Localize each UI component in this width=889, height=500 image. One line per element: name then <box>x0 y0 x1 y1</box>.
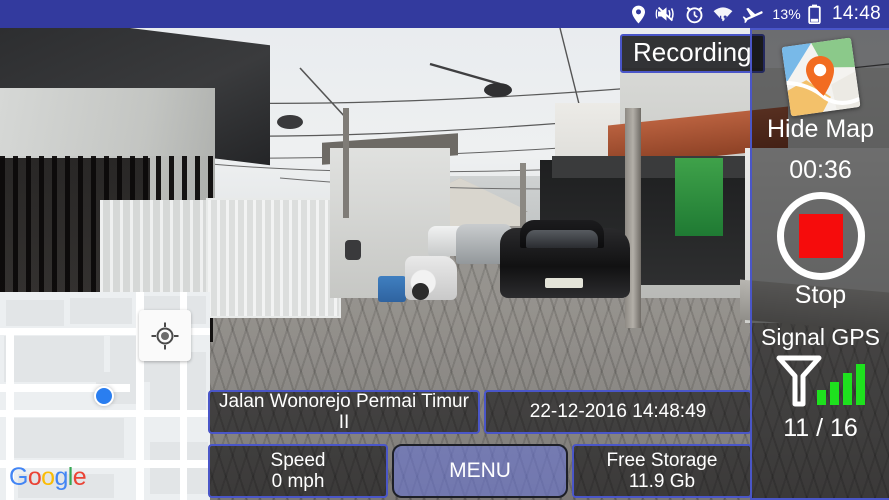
wifi-data-icon <box>713 5 733 23</box>
gps-antenna-bars-icon <box>773 354 869 413</box>
battery-percentage: 13% <box>772 6 801 22</box>
scene-license-plate <box>545 278 583 288</box>
free-storage-display: Free Storage 11.9 Gb <box>572 444 752 498</box>
my-location-icon <box>151 322 179 349</box>
vibrate-mute-icon <box>655 5 676 23</box>
google-logo: Google <box>9 463 87 492</box>
scene-white-fence <box>206 198 341 318</box>
scene-motorcycle-far <box>345 240 361 260</box>
battery-low-icon <box>808 4 821 24</box>
map-road <box>0 410 210 417</box>
datetime-display: 22-12-2016 14:48:49 <box>484 390 752 434</box>
status-clock: 14:48 <box>831 3 881 24</box>
scene-utility-pole-far-left <box>343 108 349 218</box>
airplane-mode-icon <box>742 5 763 24</box>
stop-button-label: Stop <box>794 281 847 309</box>
gps-signal-label: Signal GPS <box>761 323 880 350</box>
map-block <box>70 298 132 324</box>
my-location-button[interactable] <box>139 310 191 361</box>
google-logo-letter: g <box>54 463 68 491</box>
scene-right-awning <box>552 156 757 178</box>
google-logo-letter: o <box>27 463 42 491</box>
storage-value: 11.9 Gb <box>628 471 696 492</box>
stop-square-icon <box>798 214 843 258</box>
menu-button[interactable]: MENU <box>392 444 568 498</box>
current-position-dot-icon <box>94 386 114 406</box>
gps-satellite-count: 11 / 16 <box>783 413 858 442</box>
scene-blue-bin <box>378 276 406 302</box>
map-block <box>14 418 124 458</box>
storage-label: Free Storage <box>606 449 718 471</box>
gps-antenna-bars-glyph <box>776 355 865 407</box>
google-maps-icon[interactable] <box>780 37 861 117</box>
scene-black-car-windshield <box>526 230 598 248</box>
speed-display: Speed 0 mph <box>208 444 388 498</box>
map-block <box>150 352 206 416</box>
street-name-text: Jalan Wonorejo Permai Timur II <box>219 390 469 433</box>
recording-status-badge: Recording <box>620 34 765 74</box>
map-block <box>150 442 208 494</box>
control-panel: Hide Map 00:36 Stop Signal GPS 11 / 16 <box>750 28 889 500</box>
map-block <box>6 300 64 326</box>
scene-white-fence-far <box>100 200 210 295</box>
speed-label: Speed <box>270 449 326 471</box>
map-block <box>4 336 104 382</box>
scene-green-panel <box>675 158 723 236</box>
scene-scooter-wheel <box>412 283 429 300</box>
menu-button-label: MENU <box>449 459 511 482</box>
recording-timer: 00:36 <box>789 155 852 184</box>
alarm-clock-icon <box>685 5 704 24</box>
android-status-bar: 13% 14:48 <box>0 0 889 28</box>
google-maps-glyph <box>780 37 861 117</box>
location-pin-icon <box>631 5 646 24</box>
google-logo-letter: e <box>72 463 87 491</box>
datetime-text: 22-12-2016 14:48:49 <box>529 401 707 423</box>
street-name-display: Jalan Wonorejo Permai Timur II <box>208 390 480 434</box>
dashcam-app-screen: Recording Google Jalan Wonorejo Permai T… <box>0 0 889 500</box>
stop-recording-button[interactable] <box>776 192 865 280</box>
speed-value: 0 mph <box>271 471 325 492</box>
google-logo-letter: o <box>41 463 55 491</box>
google-logo-letter: G <box>9 463 28 491</box>
hide-map-label[interactable]: Hide Map <box>767 115 874 144</box>
